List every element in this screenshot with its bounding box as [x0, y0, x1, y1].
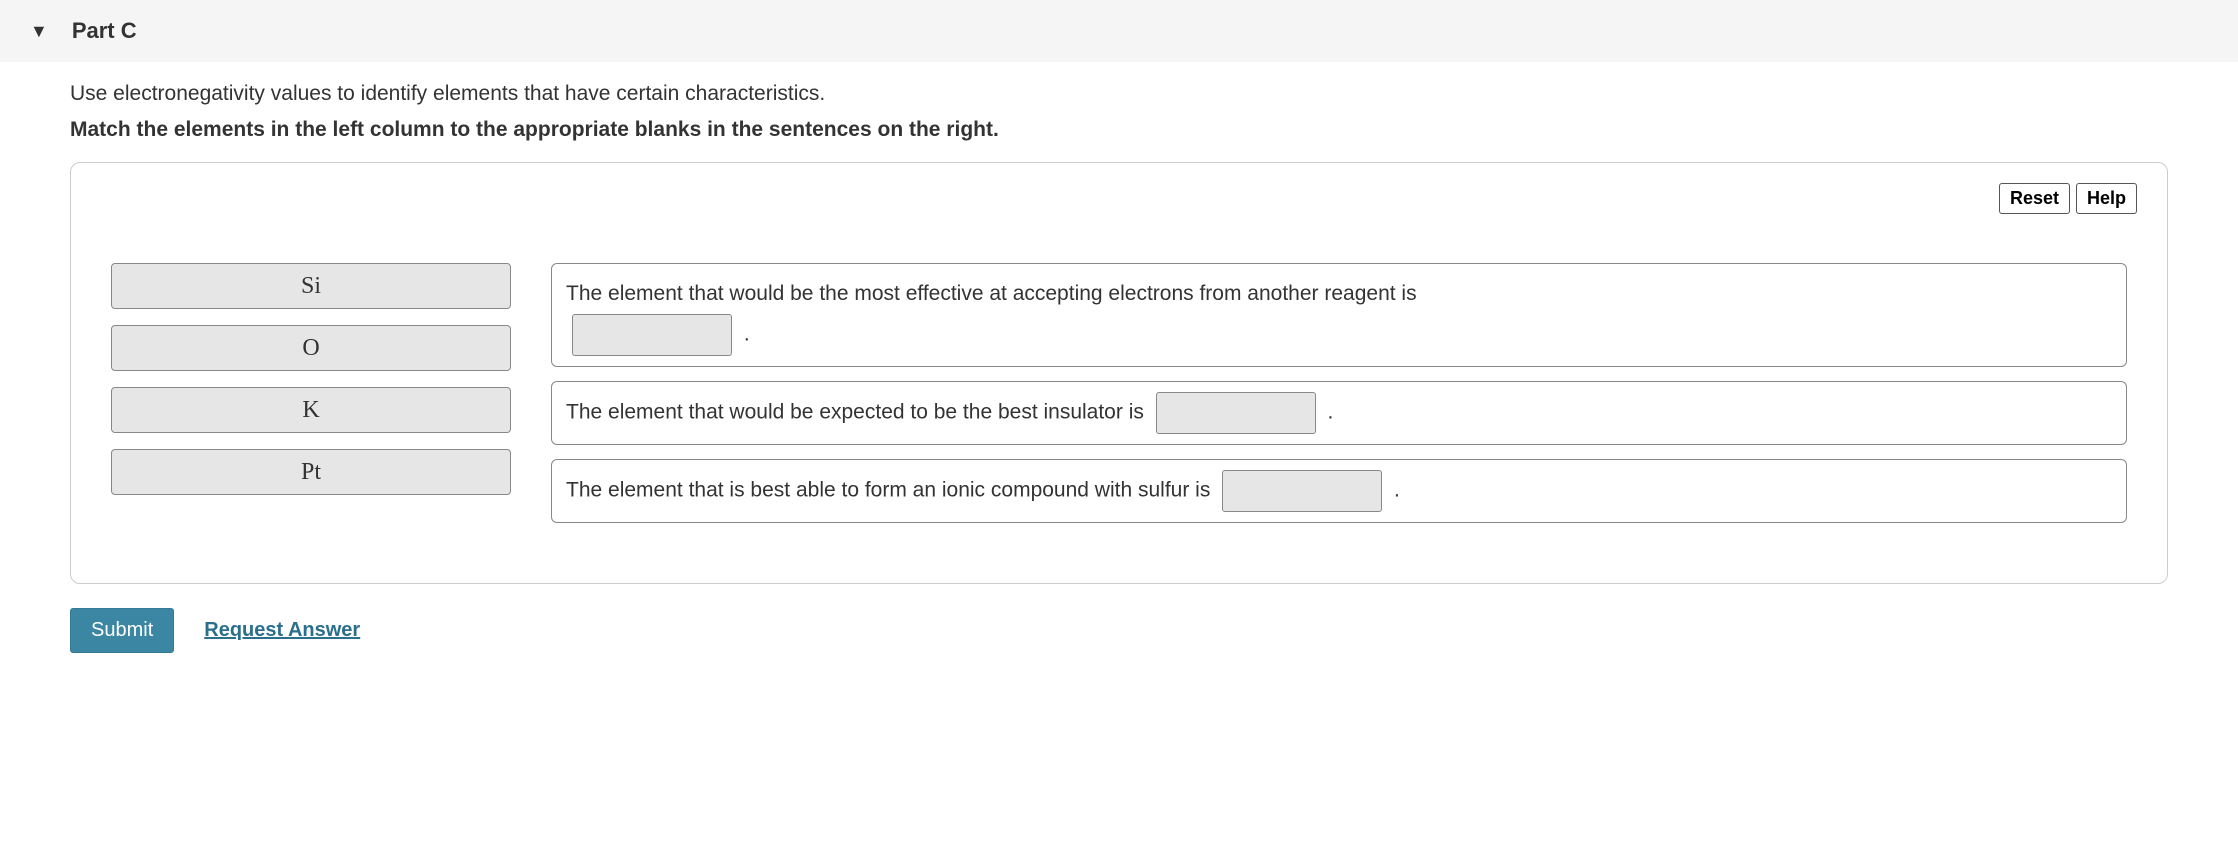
- reset-button[interactable]: Reset: [1999, 183, 2070, 214]
- drop-slot-1[interactable]: [572, 314, 732, 356]
- panel-top-buttons: Reset Help: [1999, 183, 2137, 214]
- elements-column: Si O K Pt: [111, 263, 511, 523]
- part-header[interactable]: ▼ Part C: [0, 0, 2238, 62]
- request-answer-link[interactable]: Request Answer: [204, 619, 360, 642]
- work-panel: Reset Help Si O K Pt The element that wo…: [70, 162, 2168, 584]
- sentence-1-before: The element that would be the most effec…: [566, 282, 1417, 305]
- sentence-1-after: .: [744, 322, 750, 345]
- sentence-1: The element that would be the most effec…: [551, 263, 2127, 367]
- intro-text: Use electronegativity values to identify…: [70, 82, 2168, 106]
- sentence-2-after: .: [1328, 400, 1334, 423]
- sentence-3-after: .: [1394, 478, 1400, 501]
- element-chip-pt[interactable]: Pt: [111, 449, 511, 495]
- instruction-text: Match the elements in the left column to…: [70, 118, 2168, 142]
- sentence-2-before: The element that would be expected to be…: [566, 400, 1144, 423]
- action-row: Submit Request Answer: [70, 608, 2168, 653]
- collapse-icon: ▼: [30, 21, 48, 42]
- content-area: Use electronegativity values to identify…: [0, 62, 2238, 683]
- help-button[interactable]: Help: [2076, 183, 2137, 214]
- part-title: Part C: [72, 18, 137, 44]
- sentences-column: The element that would be the most effec…: [551, 263, 2127, 523]
- drop-slot-3[interactable]: [1222, 470, 1382, 512]
- sentence-3: The element that is best able to form an…: [551, 459, 2127, 523]
- element-chip-si[interactable]: Si: [111, 263, 511, 309]
- element-chip-k[interactable]: K: [111, 387, 511, 433]
- drop-slot-2[interactable]: [1156, 392, 1316, 434]
- element-chip-o[interactable]: O: [111, 325, 511, 371]
- sentence-2: The element that would be expected to be…: [551, 381, 2127, 445]
- sentence-3-before: The element that is best able to form an…: [566, 478, 1210, 501]
- columns: Si O K Pt The element that would be the …: [111, 263, 2127, 523]
- submit-button[interactable]: Submit: [70, 608, 174, 653]
